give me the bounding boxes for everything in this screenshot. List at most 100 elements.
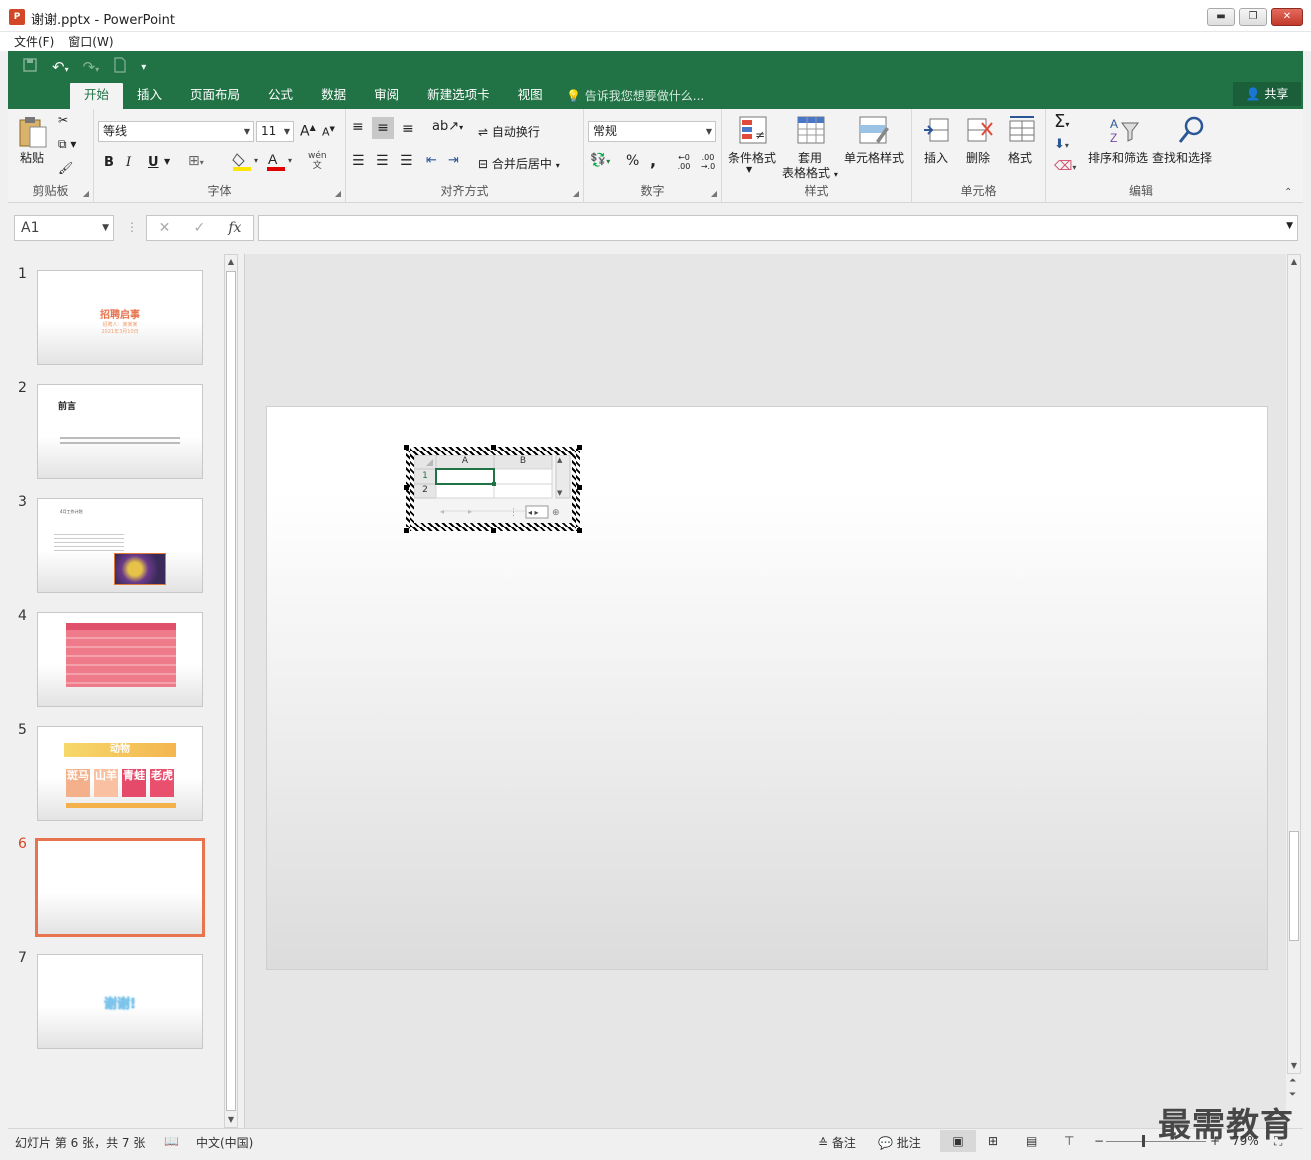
resize-handle[interactable] bbox=[404, 485, 409, 490]
notes-button[interactable]: ≙ 备注 bbox=[818, 1134, 856, 1151]
find-select-label[interactable]: 查找和选择 bbox=[1152, 149, 1212, 166]
normal-view-icon[interactable]: ▣ bbox=[940, 1130, 976, 1152]
format-cells-label[interactable]: 格式 bbox=[1008, 149, 1032, 166]
share-button[interactable]: 👤 共享 bbox=[1233, 82, 1301, 106]
maximize-button[interactable]: ❐ bbox=[1239, 8, 1267, 26]
slide-thumbnail-5[interactable]: 动物 斑马 山羊 青蛙 老虎 bbox=[37, 726, 203, 821]
paste-icon[interactable] bbox=[18, 115, 50, 148]
tell-me-box[interactable]: 💡 告诉我您想要做什么... bbox=[566, 87, 704, 104]
thumbnail-scrollbar[interactable]: ▲ ▼ bbox=[224, 254, 238, 1128]
bold-button[interactable]: B bbox=[104, 155, 114, 170]
dialog-launcher-icon[interactable]: ◢ bbox=[711, 189, 717, 198]
italic-button[interactable]: I bbox=[126, 155, 131, 170]
menu-window[interactable]: 窗口(W) bbox=[68, 33, 113, 50]
customize-qat-icon[interactable]: ▾ bbox=[141, 62, 146, 73]
slide-sorter-icon[interactable]: ⊞ bbox=[988, 1134, 998, 1148]
dialog-launcher-icon[interactable]: ◢ bbox=[335, 189, 341, 198]
scroll-down-icon[interactable]: ▼ bbox=[1288, 1059, 1300, 1073]
row-header-1[interactable]: 1 bbox=[414, 471, 436, 481]
insert-cells-icon[interactable] bbox=[922, 115, 954, 145]
font-size-combo[interactable]: 11 ▼ bbox=[256, 121, 294, 142]
tab-data[interactable]: 数据 bbox=[307, 83, 360, 109]
format-as-table-label-line2[interactable]: 表格格式 ▾ bbox=[782, 164, 838, 181]
slide-thumbnail-2[interactable]: 前言 bbox=[37, 384, 203, 479]
tab-insert[interactable]: 插入 bbox=[123, 83, 176, 109]
clear-icon[interactable]: ⌫▾ bbox=[1054, 159, 1076, 174]
redo-icon[interactable]: ↷▾ bbox=[83, 58, 100, 76]
new-document-icon[interactable] bbox=[113, 57, 127, 77]
resize-handle[interactable] bbox=[491, 445, 496, 450]
align-center-icon[interactable]: ☰ bbox=[376, 153, 389, 169]
format-cells-icon[interactable] bbox=[1006, 115, 1038, 145]
scroll-down-icon[interactable]: ▼ bbox=[225, 1113, 237, 1127]
cancel-formula-button[interactable]: ✕ bbox=[159, 220, 171, 236]
powerpoint-app-icon[interactable]: P bbox=[9, 9, 25, 25]
shrink-font-button[interactable]: A▼ bbox=[322, 125, 335, 139]
sheet-scroll-up-icon[interactable]: ▲ bbox=[557, 456, 562, 464]
align-middle-icon[interactable]: ≡ bbox=[372, 117, 394, 139]
menu-file[interactable]: 文件(F) bbox=[14, 33, 54, 50]
delete-cells-icon[interactable] bbox=[964, 115, 996, 145]
prev-slide-icon[interactable]: ⏶ bbox=[1289, 1076, 1296, 1087]
conditional-formatting-label[interactable]: 条件格式 bbox=[728, 149, 776, 166]
wrap-text-button[interactable]: ⇌ 自动换行 bbox=[478, 123, 540, 140]
slide-thumbnail-1[interactable]: 招聘启事 招聘人：某某某 2021年3月10日 bbox=[37, 270, 203, 365]
align-top-icon[interactable]: ≡ bbox=[352, 119, 364, 135]
zoom-slider-thumb[interactable] bbox=[1142, 1135, 1145, 1147]
find-select-icon[interactable] bbox=[1176, 115, 1208, 145]
comma-style-button[interactable]: , bbox=[650, 151, 656, 170]
accounting-format-icon[interactable]: 💱▾ bbox=[590, 153, 610, 168]
sheet-scroll-down-icon[interactable]: ▼ bbox=[557, 489, 562, 497]
merge-center-button[interactable]: ⊟ 合并后居中 ▾ bbox=[478, 155, 560, 172]
language-indicator[interactable]: 中文(中国) bbox=[196, 1134, 253, 1151]
tab-new-tab[interactable]: 新建选项卡 bbox=[413, 83, 504, 109]
name-box[interactable]: A1 ▼ bbox=[14, 215, 114, 241]
chevron-down-icon[interactable]: ▼ bbox=[164, 157, 170, 166]
align-right-icon[interactable]: ☰ bbox=[400, 153, 413, 169]
current-slide[interactable]: ◂ ▸ ⋮ ◂ ▸ ⊕ A B 1 2 ▲ ▼ bbox=[266, 406, 1268, 970]
zoom-out-icon[interactable]: − bbox=[1094, 1134, 1104, 1148]
expand-formula-icon[interactable]: ▼ bbox=[1286, 221, 1293, 231]
tab-review[interactable]: 审阅 bbox=[360, 83, 413, 109]
decrease-indent-icon[interactable]: ⇤ bbox=[426, 153, 437, 168]
format-painter-icon[interactable]: 🖌 bbox=[58, 161, 73, 175]
dialog-launcher-icon[interactable]: ◢ bbox=[573, 189, 579, 198]
slide-thumbnail-3[interactable]: 4月工作计划 bbox=[37, 498, 203, 593]
slide-thumbnail-4[interactable] bbox=[37, 612, 203, 707]
sort-filter-label[interactable]: 排序和筛选 bbox=[1088, 149, 1148, 166]
column-header-b[interactable]: B bbox=[494, 456, 552, 466]
slide-thumbnail-6[interactable] bbox=[35, 838, 205, 937]
sort-filter-icon[interactable]: AZ bbox=[1108, 115, 1140, 145]
align-bottom-icon[interactable]: ≡ bbox=[402, 121, 414, 137]
comments-button[interactable]: 💬 批注 bbox=[878, 1134, 921, 1151]
resize-handle[interactable] bbox=[404, 445, 409, 450]
resize-handle[interactable] bbox=[404, 528, 409, 533]
phonetic-guide-button[interactable]: wén 文 bbox=[308, 151, 327, 171]
fill-color-icon[interactable]: ▾ bbox=[232, 151, 260, 176]
save-icon[interactable] bbox=[22, 57, 38, 77]
scrollbar-thumb[interactable] bbox=[1289, 831, 1299, 941]
font-color-icon[interactable]: A ▾ bbox=[266, 151, 294, 176]
insert-cells-label[interactable]: 插入 bbox=[924, 149, 948, 166]
autosum-button[interactable]: Σ▾ bbox=[1054, 111, 1069, 132]
formula-input[interactable]: ▼ bbox=[258, 215, 1298, 241]
resize-handle[interactable] bbox=[577, 485, 582, 490]
reading-view-icon[interactable]: ▤ bbox=[1026, 1134, 1037, 1148]
cell-styles-icon[interactable] bbox=[858, 115, 890, 145]
grow-font-button[interactable]: A▲ bbox=[300, 123, 316, 140]
format-as-table-icon[interactable] bbox=[796, 115, 828, 145]
slide-thumbnail-7[interactable]: 谢谢! bbox=[37, 954, 203, 1049]
column-header-a[interactable]: A bbox=[436, 456, 494, 466]
number-format-combo[interactable]: 常规 ▼ bbox=[588, 121, 716, 142]
increase-decimal-button[interactable]: ←0 .00 bbox=[674, 153, 694, 171]
insert-function-button[interactable]: fx bbox=[228, 220, 241, 236]
tab-formulas[interactable]: 公式 bbox=[254, 83, 307, 109]
delete-cells-label[interactable]: 删除 bbox=[966, 149, 990, 166]
undo-icon[interactable]: ↶▾ bbox=[52, 58, 69, 76]
enter-formula-button[interactable]: ✓ bbox=[193, 220, 205, 236]
fill-icon[interactable]: ⬇▾ bbox=[1054, 137, 1069, 152]
collapse-ribbon-icon[interactable]: ⌃ bbox=[1284, 187, 1292, 198]
font-name-combo[interactable]: 等线 ▼ bbox=[98, 121, 254, 142]
percent-style-button[interactable]: % bbox=[626, 153, 639, 169]
increase-indent-icon[interactable]: ⇥ bbox=[448, 153, 459, 168]
